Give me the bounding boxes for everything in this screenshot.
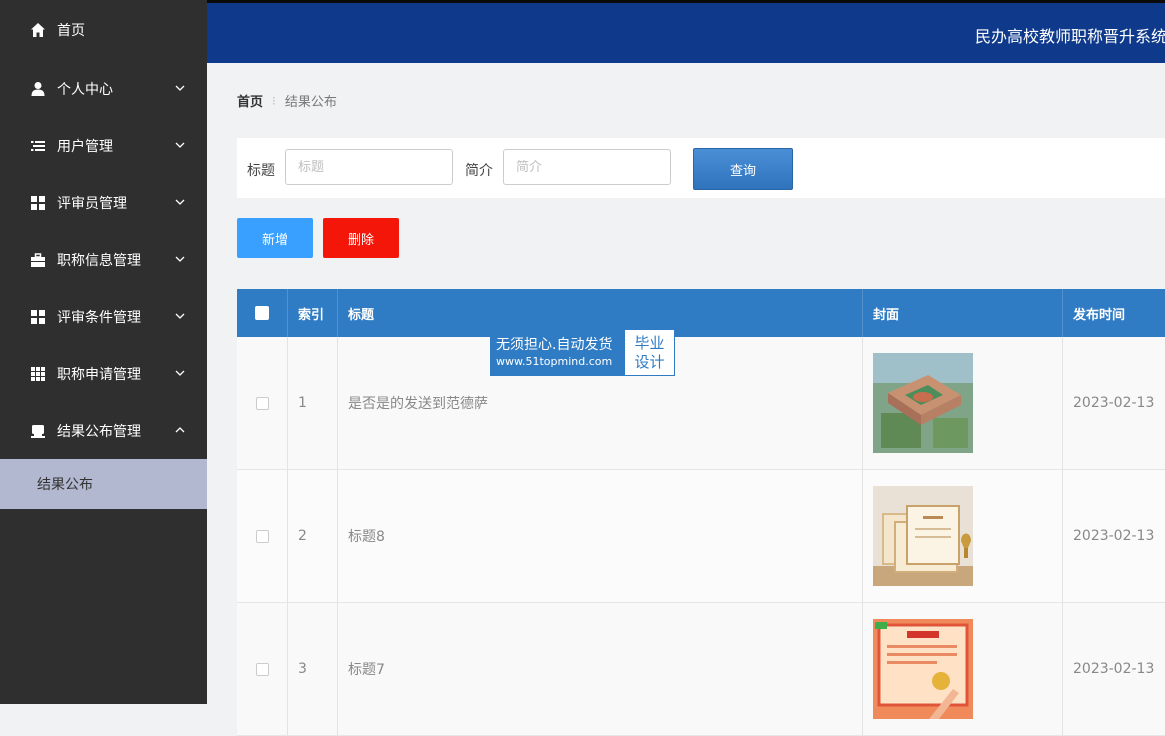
header-index: 索引 — [288, 289, 338, 337]
sidebar-item-home[interactable]: 首页 — [0, 0, 207, 60]
sidebar-item-label: 职称申请管理 — [57, 366, 141, 383]
sidebar-subitem-result-publish[interactable]: 结果公布 — [0, 459, 207, 509]
sidebar-subitem-label: 结果公布 — [37, 477, 93, 493]
search-panel: 标题 简介 查询 — [237, 138, 1165, 198]
printer-icon — [30, 423, 46, 439]
row-date: 2023-02-13 — [1073, 661, 1155, 677]
row-cover-cell — [863, 470, 1063, 602]
watermark-badge: 无须担心.自动发货 www.51topmind.com 毕业 设计 — [490, 329, 675, 376]
home-icon — [30, 22, 46, 38]
grid-icon — [30, 195, 46, 211]
sidebar-item-label: 个人中心 — [57, 81, 113, 98]
sidebar-item-personal-center[interactable]: 个人中心 — [0, 60, 207, 117]
row-cover-cell — [863, 337, 1063, 469]
header-select-all-cell — [237, 289, 288, 337]
sidebar-item-label: 用户管理 — [57, 138, 113, 155]
chevron-down-icon — [175, 256, 185, 262]
sidebar-item-review-criteria-management[interactable]: 评审条件管理 — [0, 288, 207, 345]
row-checkbox[interactable] — [255, 396, 269, 410]
row-title: 标题8 — [338, 470, 863, 602]
sidebar: 首页 个人中心 用户管理 评审员管理 职称信息管理 评审条件管理 职称申请管理 … — [0, 0, 207, 704]
system-title: 民办高校教师职称晋升系统 — [974, 27, 1165, 46]
chevron-down-icon — [175, 313, 185, 319]
row-title: 标题7 — [338, 603, 863, 735]
sidebar-item-label: 职称信息管理 — [57, 252, 141, 269]
add-button[interactable]: 新增 — [237, 218, 313, 258]
watermark-line2: www.51topmind.com — [496, 354, 613, 368]
select-all-checkbox[interactable] — [255, 306, 269, 320]
sidebar-item-result-publish-management[interactable]: 结果公布管理 — [0, 402, 207, 459]
watermark-line1: 无须担心.自动发货 — [496, 336, 613, 353]
sidebar-item-label: 结果公布管理 — [57, 423, 141, 440]
top-header: 民办高校教师职称晋升系统 — [207, 0, 1165, 63]
watermark-right: 毕业 设计 — [625, 330, 674, 375]
sidebar-item-user-management[interactable]: 用户管理 — [0, 117, 207, 174]
row-select-cell — [237, 603, 288, 735]
list-icon — [30, 138, 46, 154]
sidebar-item-reviewer-management[interactable]: 评审员管理 — [0, 174, 207, 231]
campus-aerial-image — [873, 353, 973, 453]
watermark-right1: 毕业 — [634, 333, 665, 352]
breadcrumb-separator-icon: ⁝ — [272, 93, 276, 108]
sidebar-item-label: 首页 — [57, 23, 85, 39]
grid9-icon — [30, 366, 46, 382]
chevron-down-icon — [175, 370, 185, 376]
briefcase-icon — [30, 252, 46, 268]
watermark-left: 无须担心.自动发货 www.51topmind.com — [491, 330, 625, 375]
chevron-down-icon — [175, 142, 185, 148]
watermark-right2: 设计 — [634, 352, 665, 371]
title-search-input[interactable] — [285, 149, 453, 185]
main-content: 首页 ⁝ 结果公布 标题 简介 查询 新增 删除 索引 标题 封面 发布时间 1… — [207, 63, 1165, 736]
row-index: 1 — [288, 337, 338, 469]
certificates-image — [873, 486, 973, 586]
sidebar-item-label: 评审条件管理 — [57, 309, 141, 326]
chevron-down-icon — [175, 199, 185, 205]
row-date: 2023-02-13 — [1073, 528, 1155, 544]
row-checkbox[interactable] — [255, 529, 269, 543]
row-select-cell — [237, 470, 288, 602]
row-select-cell — [237, 337, 288, 469]
breadcrumb-current: 结果公布 — [284, 95, 337, 110]
results-table: 索引 标题 封面 发布时间 1 是否是的发送到范德萨 2023-02-13 2 … — [237, 289, 1165, 736]
sidebar-item-title-application-management[interactable]: 职称申请管理 — [0, 345, 207, 402]
table-header: 索引 标题 封面 发布时间 — [237, 289, 1165, 337]
sidebar-item-title-info-management[interactable]: 职称信息管理 — [0, 231, 207, 288]
chevron-up-icon — [175, 426, 185, 432]
user-icon — [30, 81, 46, 97]
table-row[interactable]: 1 是否是的发送到范德萨 2023-02-13 — [237, 337, 1165, 470]
row-index: 2 — [288, 470, 338, 602]
row-checkbox[interactable] — [255, 662, 269, 676]
breadcrumb-home[interactable]: 首页 — [237, 91, 263, 110]
delete-button[interactable]: 删除 — [323, 218, 399, 258]
intro-search-input[interactable] — [503, 149, 671, 185]
sidebar-item-label: 评审员管理 — [57, 195, 127, 212]
row-cover-cell — [863, 603, 1063, 735]
header-cover: 封面 — [863, 289, 1063, 337]
grid-icon — [30, 309, 46, 325]
table-row[interactable]: 2 标题8 2023-02-13 — [237, 470, 1165, 603]
breadcrumb: 首页 ⁝ 结果公布 — [237, 91, 337, 111]
header-date: 发布时间 — [1063, 289, 1165, 337]
intro-search-label: 简介 — [465, 163, 493, 179]
row-date: 2023-02-13 — [1073, 395, 1155, 411]
query-button[interactable]: 查询 — [693, 148, 793, 190]
title-search-label: 标题 — [247, 163, 275, 179]
row-index: 3 — [288, 603, 338, 735]
table-row[interactable]: 3 标题7 2023-02-13 — [237, 603, 1165, 736]
chevron-down-icon — [175, 85, 185, 91]
certificate-signing-image — [873, 619, 973, 719]
